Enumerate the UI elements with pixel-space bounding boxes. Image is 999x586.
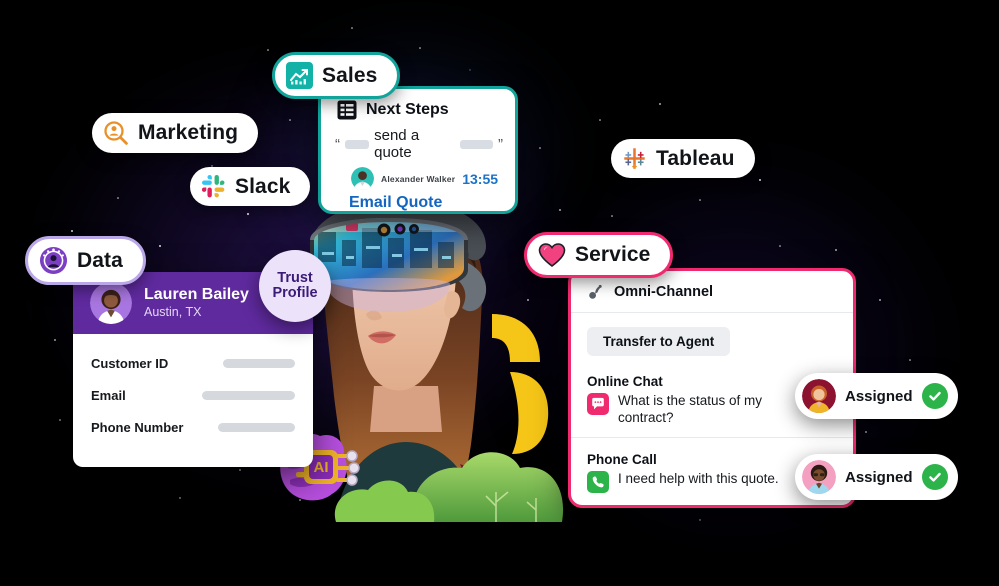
omni-channel-title: Omni-Channel [614,283,714,300]
badge-tableau[interactable]: Tableau [611,139,755,178]
channel-message: What is the status of my contract? [618,393,763,425]
chat-bubble-icon [587,393,609,415]
badge-sales[interactable]: Sales [272,52,401,99]
check-circle-icon [921,464,948,490]
trust-profile-line1: Trust [277,269,313,286]
avatar-assigned-agent-1 [802,379,836,413]
quote-open-mark: “ [335,135,340,153]
field-row-phone-number: Phone Number [91,420,295,435]
badge-slack[interactable]: Slack [190,167,311,206]
avatar-alexander-walker [351,167,374,190]
next-steps-time: 13:55 [462,170,499,187]
phone-icon [587,470,609,493]
field-label: Email [91,388,126,403]
field-value-redacted [202,391,295,400]
next-steps-title: Next Steps [366,101,449,118]
badge-marketing-label: Marketing [138,121,239,144]
trust-profile-bubble[interactable]: Trust Profile [259,250,331,322]
tableau-icon [624,148,645,169]
badge-service[interactable]: Service [524,232,674,278]
badge-slack-label: Slack [235,174,291,198]
service-heart-icon [538,243,566,268]
badge-data[interactable]: Data [25,236,146,285]
scene-canvas: Sales Next Steps “ send a quote ” Alexan… [0,0,999,586]
next-steps-card: Next Steps “ send a quote ” Alexander Wa… [318,86,518,214]
badge-marketing[interactable]: Marketing [92,113,259,153]
data-person-icon [39,246,68,275]
next-steps-author: Alexander Walker [381,173,456,184]
field-value-redacted [223,359,295,368]
next-steps-meta: Alexander Walker 13:55 [335,167,503,190]
check-circle-icon [921,383,948,409]
slack-icon [201,174,225,198]
svg-text:AI: AI [314,459,329,476]
transfer-to-agent-button[interactable]: Transfer to Agent [587,327,731,356]
customer-identity: Lauren Bailey Austin, TX [144,286,249,321]
list-table-icon [337,100,357,120]
quote-close-mark: ” [498,135,503,153]
badge-data-label: Data [77,248,123,272]
customer-location: Austin, TX [144,305,202,320]
field-value-redacted [218,423,295,432]
field-row-customer-id: Customer ID [91,356,295,371]
avatar-assigned-agent-2 [802,460,836,494]
avatar-lauren-bailey [90,282,132,324]
next-steps-quote: “ send a quote ” [335,127,503,161]
sales-chart-icon [286,62,313,89]
badge-tableau-label: Tableau [656,146,735,170]
status-chip-label: Assigned [845,387,913,405]
status-chip-online-chat[interactable]: Assigned [795,373,958,419]
omni-channel-icon [589,284,602,299]
field-label: Phone Number [91,420,184,435]
customer-name: Lauren Bailey [144,285,249,303]
channel-message: I need help with this quote. [618,470,779,486]
trust-profile-line2: Profile [272,285,318,301]
marketing-search-person-icon [104,121,128,145]
status-chip-label: Assigned [845,468,913,486]
field-label: Customer ID [91,356,169,371]
status-chip-phone-call[interactable]: Assigned [795,454,958,500]
badge-sales-label: Sales [322,63,378,87]
field-row-email: Email [91,388,295,403]
email-quote-link[interactable]: Email Quote [335,194,503,212]
customer-fields: Customer ID Email Phone Number [73,334,313,435]
quote-text: send a quote [374,127,420,161]
badge-service-label: Service [575,243,651,266]
redacted-text-end [459,139,493,149]
redacted-text-start [345,139,370,149]
next-steps-header: Next Steps [337,100,503,120]
